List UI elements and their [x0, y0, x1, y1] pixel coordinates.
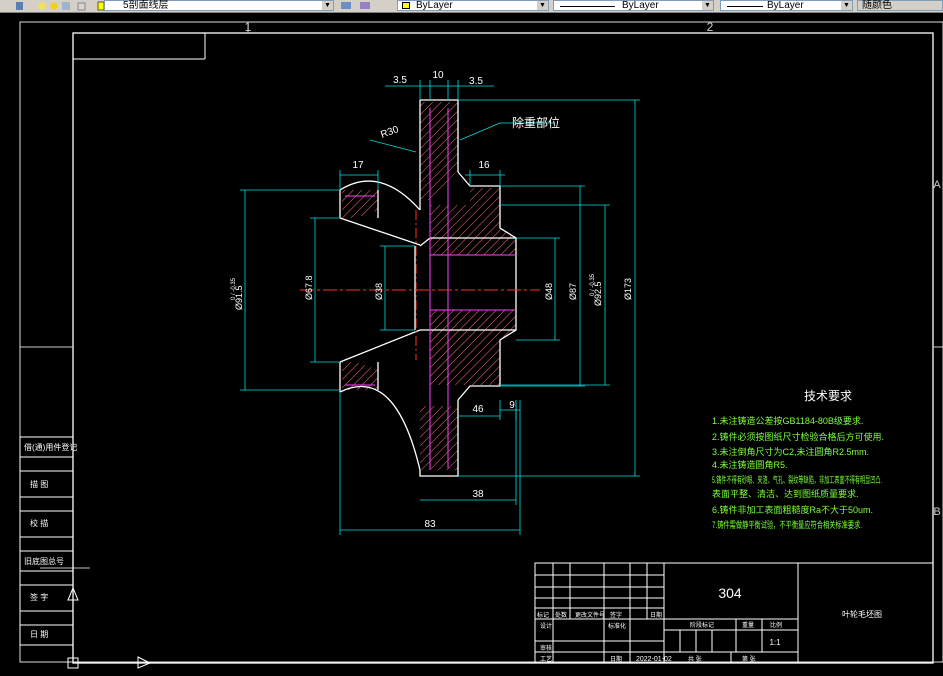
dim-dia-91.5-tol: 0 / -0.35 — [231, 277, 237, 300]
dim-3.5-left: 3.5 — [393, 75, 407, 86]
linetype-value: ByLayer — [622, 0, 659, 11]
tb-date-label: 日期 — [610, 655, 622, 663]
dim-dia-92.5-tol: 0 / -0.35 — [590, 273, 596, 296]
layer-states-icon[interactable] — [16, 2, 23, 10]
dim-16: 16 — [478, 160, 490, 171]
left-side-block — [19, 436, 74, 646]
tb-change: 更改文件号 — [575, 611, 605, 619]
tb-design: 设计 — [540, 622, 552, 630]
tb-part-name: 叶轮毛坯图 — [842, 609, 882, 619]
tb-total: 共 张 — [688, 655, 702, 663]
tb-process: 工艺 — [540, 655, 552, 663]
tb-date-value: 2022-01-02 — [636, 656, 672, 663]
dim-38: 38 — [472, 489, 484, 500]
lock-icon[interactable] — [77, 2, 86, 11]
callout-weight-reduction: 除重部位 — [512, 115, 560, 130]
tb-sheet: 第 张 — [742, 655, 756, 663]
dim-46: 46 — [472, 404, 484, 415]
hatch-shroud-bottom — [420, 406, 458, 470]
color-dropdown[interactable]: ByLayer ▼ — [397, 0, 549, 11]
sun-icon[interactable] — [50, 2, 58, 10]
zone-1: 1 — [245, 20, 252, 34]
tech-item-5: 5.铸件不得有砂眼、夹渣、气孔、裂纹等缺陷，非加工表面不得有明显凹凸. — [712, 474, 882, 485]
lineweight-dropdown[interactable]: ByLayer ▼ — [720, 0, 853, 11]
tech-item-2: 2.铸件必须按图纸尺寸检验合格后方可使用. — [712, 431, 884, 442]
chevron-down-icon[interactable]: ▼ — [322, 1, 333, 10]
layer-manager-icons[interactable] — [338, 0, 378, 12]
color-swatch — [402, 2, 410, 9]
tb-count: 处数 — [555, 611, 567, 619]
dim-dia-38: Ø38 — [374, 283, 384, 300]
tb-date: 日期 — [650, 611, 662, 619]
dim-dia-173: Ø173 — [623, 278, 633, 300]
lineweight-preview — [727, 6, 763, 7]
lineweight-value: ByLayer — [767, 0, 804, 11]
plotstyle-value: 随颜色 — [862, 0, 892, 11]
hatch-shroud-top — [420, 102, 458, 200]
tech-item-1: 1.未注铸造公差按GB1184-80B级要求. — [712, 415, 863, 426]
zone-b: B — [933, 506, 940, 518]
left-item-3: 校 描 — [30, 518, 48, 528]
chevron-down-icon[interactable]: ▼ — [841, 1, 852, 10]
impeller-section[interactable] — [300, 99, 540, 477]
tech-item-6: 6.铸件非加工表面粗糙度Ra不大于50um. — [712, 504, 873, 515]
bulb-icon[interactable] — [38, 2, 46, 10]
chevron-down-icon[interactable]: ▼ — [702, 1, 713, 10]
hatch-hub-bottom — [430, 310, 516, 385]
dim-9: 9 — [509, 400, 515, 411]
tb-scale: 1:1 — [769, 638, 781, 647]
technical-requirements: 技术要求 1.未注铸造公差按GB1184-80B级要求. 2.铸件必须按图纸尺寸… — [712, 389, 884, 530]
chevron-down-icon[interactable]: ▼ — [537, 1, 548, 10]
ucs-icon — [67, 586, 152, 669]
color-value: ByLayer — [416, 0, 453, 11]
tb-ratio: 比例 — [770, 621, 782, 629]
zone-a: A — [933, 179, 941, 191]
plotstyle-dropdown[interactable]: 随颜色 — [857, 0, 943, 11]
tech-title: 技术要求 — [804, 389, 852, 403]
tech-item-5b: 表面平整、清洁、达到图纸质量要求. — [712, 488, 859, 499]
tb-sign: 签字 — [610, 611, 622, 619]
left-item-6: 日 期 — [30, 630, 48, 639]
dim-dia-87: Ø87 — [568, 283, 578, 300]
tb-check: 审核 — [540, 644, 552, 652]
hatch-left-top — [342, 190, 378, 218]
linetype-dropdown[interactable]: ByLayer ▼ — [553, 0, 714, 11]
dim-r30: R30 — [379, 124, 400, 141]
tb-std: 标准化 — [608, 622, 626, 630]
dim-10: 10 — [432, 70, 444, 81]
drawing-canvas[interactable]: 1 2 A B 3.5 10 3.5 R30 17 16 46 9 38 83 … — [0, 13, 943, 671]
tb-stage: 阶段标记 — [690, 621, 714, 629]
linetype-preview — [560, 6, 615, 7]
dim-83: 83 — [424, 519, 436, 530]
hatch-left-bottom — [342, 362, 378, 390]
zone-2: 2 — [707, 20, 714, 34]
layer-dropdown[interactable]: 5剖面线层 ▼ — [104, 0, 334, 11]
cad-toolbar: 5剖面线层 ▼ ByLayer ▼ ByLayer ▼ ByLayer ▼ 随颜… — [0, 0, 943, 13]
dim-dia-48: Ø48 — [544, 283, 554, 300]
left-item-1: 借(通)用件登记 — [24, 442, 77, 452]
tech-item-7: 7.铸件需做静平衡试验，不平衡量应符合相关标准要求. — [712, 519, 862, 530]
left-item-2: 描 图 — [30, 479, 48, 489]
tech-item-4: 4.未注铸造圆角R5. — [712, 459, 788, 470]
dim-dia-67.8: Ø67.8 — [304, 275, 314, 300]
hatch-back — [470, 188, 500, 205]
tb-material: 304 — [718, 585, 742, 601]
layer-name: 5剖面线层 — [123, 0, 169, 11]
dim-3.5-right: 3.5 — [469, 76, 483, 87]
freeze-icon[interactable] — [62, 2, 70, 10]
layer-stack-icon — [341, 2, 370, 9]
tb-mark: 标记 — [537, 611, 549, 619]
tech-item-3: 3.未注倒角尺寸为C2,未注圆角R2.5mm. — [712, 446, 869, 457]
tb-weight: 重量 — [742, 621, 754, 629]
left-item-5: 签 字 — [30, 592, 48, 602]
cad-drawing[interactable]: 1 2 A B 3.5 10 3.5 R30 17 16 46 9 38 83 … — [0, 13, 943, 671]
dim-17: 17 — [352, 160, 364, 171]
left-item-4: 旧底图总号 — [24, 556, 64, 566]
